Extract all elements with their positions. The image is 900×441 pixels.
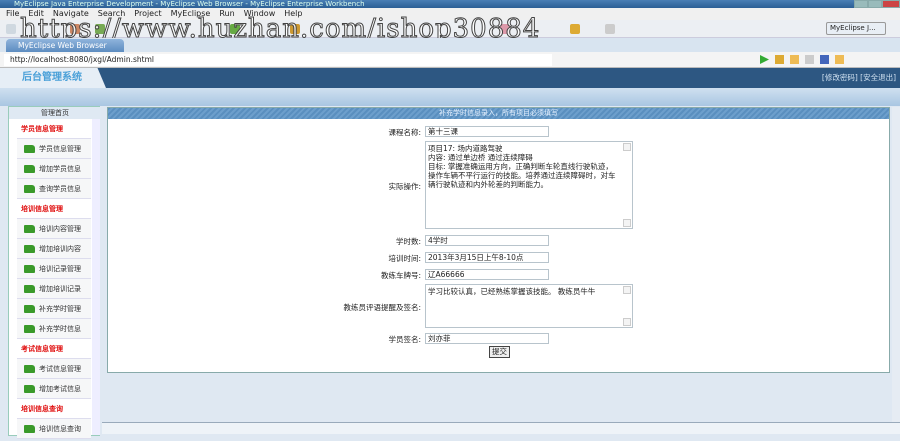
- sidebar-item-label: 增加培训内容: [39, 245, 81, 253]
- menu-item-icon: [24, 425, 35, 433]
- bookmark-icon[interactable]: [775, 55, 784, 64]
- page-header: [0, 68, 900, 88]
- sidebar-item-label: 增加考试信息: [39, 385, 81, 393]
- sidebar-item-label: 培训内容管理: [39, 225, 81, 233]
- back-icon[interactable]: [570, 24, 580, 34]
- back-icon[interactable]: [790, 55, 799, 64]
- menu-item-icon: [24, 385, 35, 393]
- scroll-up-icon[interactable]: [623, 286, 631, 294]
- sidebar-item-label: 学员信息管理: [39, 145, 81, 153]
- sidebar-item[interactable]: 补充学时管理: [17, 299, 91, 319]
- sidebar-item[interactable]: 补充学时信息: [17, 319, 91, 339]
- sidebar-item[interactable]: 培训内容管理: [17, 219, 91, 239]
- sidebar-item-label: 增加培训记录: [39, 285, 81, 293]
- sidebar-category: 学员信息管理: [17, 119, 91, 139]
- page-scrollbar[interactable]: [892, 107, 900, 422]
- practice-text: 项目17: 场内道路驾驶 内容: 通过单边桥 通过连续障碍 目标: 掌握准确运用…: [428, 144, 616, 189]
- new-icon[interactable]: [6, 24, 16, 34]
- horizontal-scrollbar[interactable]: [102, 422, 900, 434]
- stop-icon[interactable]: [820, 55, 829, 64]
- sidebar-item[interactable]: 增加培训内容: [17, 239, 91, 259]
- menu-item-icon: [24, 225, 35, 233]
- menu-item-icon: [24, 265, 35, 273]
- maximize-button[interactable]: [868, 0, 882, 8]
- scroll-up-icon[interactable]: [623, 143, 631, 151]
- minimize-button[interactable]: [854, 0, 868, 8]
- menu-item-icon: [24, 305, 35, 313]
- sidebar-item[interactable]: 增加考试信息: [17, 379, 91, 399]
- scroll-down-icon[interactable]: [623, 318, 631, 326]
- forward-icon[interactable]: [605, 24, 615, 34]
- form-heading: 补充学时信息录入，所有项目必须填写: [108, 108, 889, 119]
- tab-bar: [0, 38, 900, 52]
- student-input[interactable]: 刘亦菲: [425, 333, 549, 344]
- comment-textarea[interactable]: 学习比较认真，已经熟练掌握该技能。 教练员牛牛: [425, 284, 633, 328]
- logo: 后台管理系统: [0, 68, 106, 88]
- practice-textarea[interactable]: 项目17: 场内道路驾驶 内容: 通过单边桥 通过连续障碍 目标: 掌握准确运用…: [425, 141, 633, 229]
- refresh-icon[interactable]: [835, 55, 844, 64]
- go-icon[interactable]: [760, 55, 769, 64]
- plate-label: 教练车牌号:: [380, 271, 421, 280]
- window-title: MyEclipse Java Enterprise Development - …: [0, 0, 900, 8]
- sidebar-category: 培训信息查询: [17, 399, 91, 419]
- submit-button[interactable]: 提交: [489, 346, 510, 358]
- sidebar-item[interactable]: 培训信息查询: [17, 419, 91, 439]
- header-band: [0, 88, 900, 106]
- header-links[interactable]: [修改密码] [安全退出]: [822, 72, 896, 83]
- sidebar-item-label: 补充学时管理: [39, 305, 81, 313]
- menu-item-icon: [24, 185, 35, 193]
- sidebar-item-label: 考试信息管理: [21, 345, 63, 353]
- practice-label: 实际操作:: [388, 182, 421, 191]
- sidebar-item[interactable]: 学员信息管理: [17, 139, 91, 159]
- comment-text: 学习比较认真，已经熟练掌握该技能。 教练员牛牛: [428, 287, 596, 296]
- sidebar-item[interactable]: 查询学员信息: [17, 179, 91, 199]
- sidebar-category: 考试信息管理: [17, 339, 91, 359]
- hours-label: 学时数:: [395, 237, 421, 246]
- sidebar-item[interactable]: 考试信息管理: [17, 359, 91, 379]
- time-input[interactable]: 2013年3月15日上午8-10点: [425, 252, 549, 263]
- sidebar-category: 培训信息管理: [17, 199, 91, 219]
- sidebar: 管理首页 学员信息管理 学员信息管理 增加学员信息 查询学员信息 培训信息管理 培训内容管…: [8, 106, 101, 439]
- sidebar-item-label: 考试信息管理: [39, 365, 81, 373]
- form-panel: 补充学时信息录入，所有项目必须填写 课程名称: 第十三课 实际操作: 项目17:…: [107, 107, 890, 373]
- sidebar-item-label: 培训信息管理: [21, 205, 63, 213]
- window-controls[interactable]: [840, 0, 900, 8]
- menu-file[interactable]: File: [6, 8, 19, 20]
- plate-input[interactable]: 辽A66666: [425, 269, 549, 280]
- close-button[interactable]: [882, 0, 900, 8]
- course-label: 课程名称:: [388, 128, 421, 137]
- menu-item-icon: [24, 165, 35, 173]
- browser-nav: [760, 55, 844, 64]
- sidebar-scrollbar[interactable]: [92, 119, 100, 435]
- sidebar-item-label: 增加学员信息: [39, 165, 81, 173]
- course-input[interactable]: 第十三课: [425, 126, 549, 137]
- sidebar-item-label: 培训信息查询: [21, 405, 63, 413]
- sidebar-item[interactable]: 培训记录管理: [17, 259, 91, 279]
- sidebar-item[interactable]: 增加培训记录: [17, 279, 91, 299]
- sidebar-item-label: 查询学员信息: [39, 185, 81, 193]
- sidebar-item-label: 培训记录管理: [39, 265, 81, 273]
- url-input[interactable]: http://localhost:8080/jxgl/Admin.shtml: [4, 54, 552, 66]
- student-label: 学员签名:: [388, 335, 421, 344]
- menu-item-icon: [24, 245, 35, 253]
- sidebar-item-label: 补充学时信息: [39, 325, 81, 333]
- menu-item-icon: [24, 145, 35, 153]
- menu-item-icon: [24, 325, 35, 333]
- comment-label: 教练员评语提醒及签名:: [343, 303, 421, 312]
- scroll-down-icon[interactable]: [623, 219, 631, 227]
- hours-input[interactable]: 4学时: [425, 235, 549, 246]
- time-label: 培训时间:: [388, 254, 421, 263]
- menu-item-icon: [24, 365, 35, 373]
- perspective-button[interactable]: MyEclipse J...: [826, 22, 886, 35]
- forward-icon[interactable]: [805, 55, 814, 64]
- sidebar-home[interactable]: 管理首页: [9, 107, 101, 119]
- sidebar-item-label: 培训信息查询: [39, 425, 81, 433]
- sidebar-item[interactable]: 增加学员信息: [17, 159, 91, 179]
- tab-web-browser[interactable]: MyEclipse Web Browser: [6, 39, 124, 52]
- menu-item-icon: [24, 285, 35, 293]
- sidebar-item-label: 学员信息管理: [21, 125, 63, 133]
